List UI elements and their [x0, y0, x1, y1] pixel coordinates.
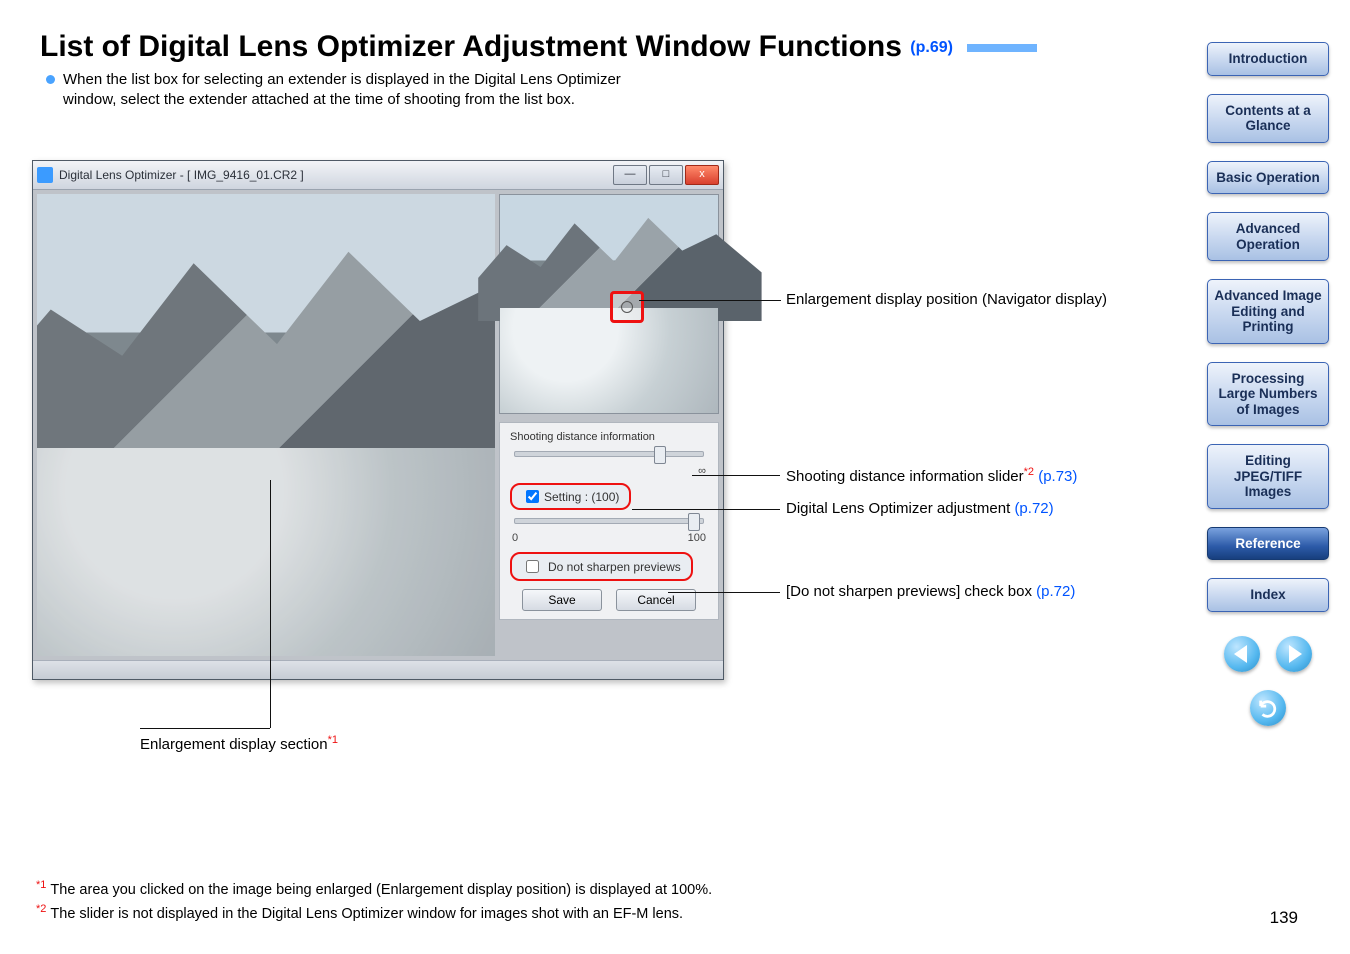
callout-sharpen: [Do not sharpen previews] check box (p.7… — [786, 583, 1075, 600]
title-page-ref[interactable]: (p.69) — [910, 39, 953, 56]
callout-adjust: Digital Lens Optimizer adjustment (p.72) — [786, 500, 1054, 517]
sharpen-label: Do not sharpen previews — [548, 560, 681, 574]
app-icon — [37, 167, 53, 183]
sidebar-item-reference[interactable]: Reference — [1207, 527, 1329, 561]
window-titlebar[interactable]: Digital Lens Optimizer - [ IMG_9416_01.C… — [33, 161, 723, 190]
sharpen-checkbox[interactable] — [526, 560, 539, 573]
save-button[interactable]: Save — [522, 589, 602, 611]
sidebar-item-index[interactable]: Index — [1207, 578, 1329, 612]
enlargement-display-section[interactable] — [37, 194, 495, 656]
setting-checkbox[interactable] — [526, 490, 539, 503]
intro-paragraph: When the list box for selecting an exten… — [46, 70, 666, 111]
prev-page-button[interactable] — [1224, 636, 1260, 672]
sidebar-item-basic-operation[interactable]: Basic Operation — [1207, 161, 1329, 195]
minimize-button[interactable]: — — [613, 165, 647, 185]
setting-label: Setting : (100) — [544, 490, 619, 504]
sidebar-nav: Introduction Contents at a Glance Basic Op… — [1208, 42, 1328, 726]
callout-navigator: Enlargement display position (Navigator … — [786, 291, 1107, 308]
page-number: 139 — [1270, 908, 1298, 928]
intro-text: When the list box for selecting an exten… — [63, 70, 666, 111]
bullet-icon — [46, 75, 55, 84]
footnotes: *1The area you clicked on the image bein… — [36, 877, 712, 926]
close-button[interactable]: x — [685, 165, 719, 185]
title-accent-bar — [967, 44, 1037, 52]
title-text: List of Digital Lens Optimizer Adjustmen… — [40, 30, 902, 63]
sidebar-item-advanced-operation[interactable]: Advanced Operation — [1207, 212, 1329, 261]
sidebar-item-processing-large-numbers-of-images[interactable]: Processing Large Numbers of Images — [1207, 362, 1329, 427]
sidebar-item-advanced-image-editing-and-printing[interactable]: Advanced Image Editing and Printing — [1207, 279, 1329, 344]
scale-max: 100 — [688, 532, 706, 544]
navigator-display[interactable] — [499, 194, 719, 414]
window-title: Digital Lens Optimizer - [ IMG_9416_01.C… — [59, 168, 304, 182]
sidebar-item-contents-at-a-glance[interactable]: Contents at a Glance — [1207, 94, 1329, 143]
page-title: List of Digital Lens Optimizer Adjustmen… — [40, 30, 1310, 64]
shooting-distance-slider[interactable] — [514, 451, 704, 457]
dlo-window: Digital Lens Optimizer - [ IMG_9416_01.C… — [32, 160, 724, 680]
sharpen-checkbox-chip[interactable]: Do not sharpen previews — [510, 552, 693, 581]
window-statusbar — [33, 660, 723, 679]
shooting-distance-panel: Shooting distance information ∞ Setting … — [499, 422, 719, 620]
sidebar-item-introduction[interactable]: Introduction — [1207, 42, 1329, 76]
pager — [1224, 636, 1312, 672]
callout-enlargement: Enlargement display section*1 — [140, 734, 338, 753]
enlargement-position-marker[interactable] — [610, 291, 644, 323]
next-page-button[interactable] — [1276, 636, 1312, 672]
maximize-button[interactable]: □ — [649, 165, 683, 185]
callout-slider: Shooting distance information slider*2 (… — [786, 466, 1077, 485]
scale-min: 0 — [512, 532, 518, 544]
shooting-distance-label: Shooting distance information — [510, 431, 708, 443]
back-button[interactable] — [1250, 690, 1286, 726]
sidebar-item-editing-jpeg-tiff-images[interactable]: Editing JPEG/TIFF Images — [1207, 444, 1329, 509]
setting-checkbox-chip[interactable]: Setting : (100) — [510, 483, 631, 510]
dlo-adjust-slider[interactable] — [514, 518, 704, 524]
